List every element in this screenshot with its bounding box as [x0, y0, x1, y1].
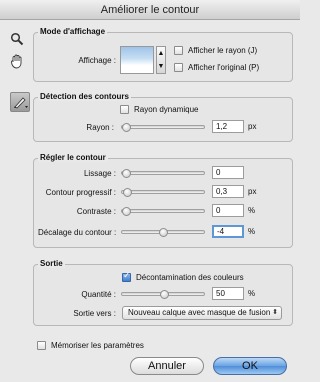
- output-to-label: Sortie vers :: [73, 309, 116, 318]
- view-mode-group: Mode d'affichage Affichage : ▲ ▼ Afficher…: [33, 27, 293, 82]
- shift-edge-unit: %: [248, 227, 256, 236]
- smooth-label: Lissage :: [83, 169, 116, 178]
- show-original-label: Afficher l'original (P): [188, 63, 260, 72]
- radius-slider-track[interactable]: [121, 125, 205, 129]
- ok-button[interactable]: OK: [213, 357, 287, 375]
- show-radius-label: Afficher le rayon (J): [188, 46, 258, 55]
- smart-radius-checkbox[interactable]: [120, 105, 129, 114]
- shift-edge-label: Décalage du contour :: [38, 228, 117, 237]
- refine-radius-brush-icon[interactable]: [10, 92, 30, 112]
- radius-label: Rayon :: [86, 123, 114, 132]
- output-group: Sortie Décontamination des couleurs Quan…: [33, 259, 293, 326]
- smooth-input[interactable]: 0: [212, 166, 244, 179]
- hand-icon[interactable]: [8, 52, 26, 70]
- amount-slider-knob[interactable]: [160, 290, 169, 299]
- decontaminate-checkbox[interactable]: [122, 271, 131, 282]
- contrast-slider-knob[interactable]: [122, 207, 131, 216]
- smooth-slider-track[interactable]: [121, 171, 205, 175]
- magnifier-icon[interactable]: [8, 30, 26, 48]
- view-label: Affichage :: [78, 56, 116, 65]
- tool-column: [8, 30, 30, 74]
- remember-settings-checkbox[interactable]: [37, 341, 46, 350]
- chevron-updown-icon: ⬍: [272, 309, 278, 316]
- adjust-edge-group: Régler le contour Lissage : 0 Contour pr…: [33, 153, 293, 248]
- smart-radius-label: Rayon dynamique: [134, 105, 199, 114]
- view-mode-legend: Mode d'affichage: [38, 27, 108, 36]
- shift-edge-slider-knob[interactable]: [159, 228, 168, 237]
- cancel-button[interactable]: Annuler: [130, 357, 204, 375]
- adjust-edge-legend: Régler le contour: [38, 153, 108, 162]
- output-legend: Sortie: [38, 259, 65, 268]
- show-radius-checkbox[interactable]: [174, 46, 183, 55]
- feather-unit: px: [248, 187, 257, 196]
- amount-label: Quantité :: [81, 290, 116, 299]
- feather-slider-track[interactable]: [121, 190, 205, 194]
- view-mode-dropdown-arrow[interactable]: ▲ ▼: [156, 46, 166, 74]
- amount-unit: %: [248, 289, 256, 298]
- output-to-value: Nouveau calque avec masque de fusion: [128, 308, 271, 317]
- edge-detection-legend: Détection des contours: [38, 92, 131, 101]
- amount-input[interactable]: 50: [212, 287, 244, 300]
- feather-label: Contour progressif :: [45, 188, 116, 197]
- radius-unit: px: [248, 122, 257, 131]
- show-original-checkbox[interactable]: [174, 63, 183, 72]
- feather-input[interactable]: 0,3: [212, 185, 244, 198]
- shift-edge-input[interactable]: -4: [212, 225, 244, 238]
- radius-input[interactable]: 1,2: [212, 120, 244, 133]
- contrast-input[interactable]: 0: [212, 204, 244, 217]
- remember-settings-label: Mémoriser les paramètres: [51, 341, 144, 350]
- feather-slider-knob[interactable]: [123, 188, 132, 197]
- edge-detection-group: Détection des contours Rayon dynamique R…: [33, 92, 293, 142]
- window-title: Améliorer le contour: [0, 0, 300, 20]
- contrast-unit: %: [248, 206, 256, 215]
- smooth-slider-knob[interactable]: [122, 169, 131, 178]
- contrast-label: Contraste :: [76, 207, 116, 216]
- view-mode-preview[interactable]: [120, 46, 154, 74]
- radius-slider-knob[interactable]: [122, 123, 131, 132]
- contrast-slider-track[interactable]: [121, 209, 205, 213]
- output-to-select[interactable]: Nouveau calque avec masque de fusion ⬍: [122, 306, 282, 320]
- decontaminate-label: Décontamination des couleurs: [136, 273, 244, 282]
